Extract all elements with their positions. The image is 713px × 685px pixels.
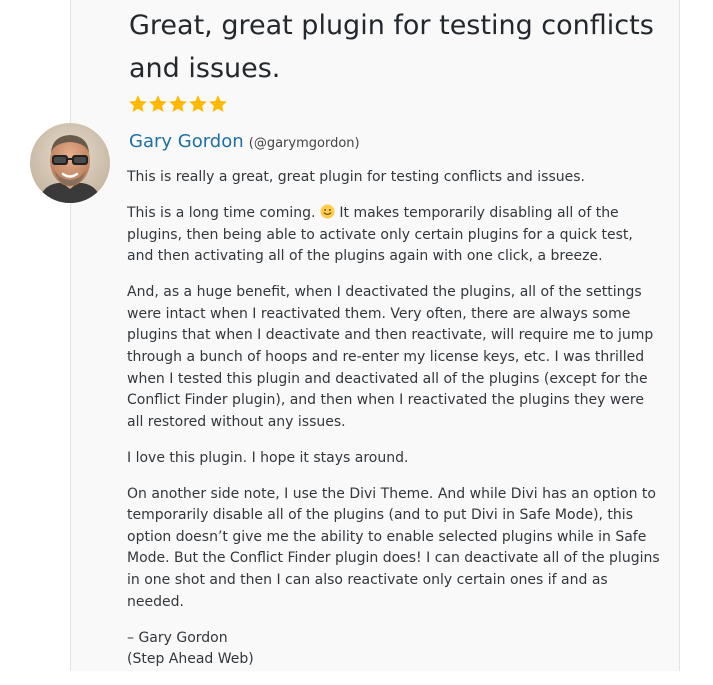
review-title: Great, great plugin for testing conflict… <box>129 10 654 84</box>
smile-emoji-icon <box>320 204 335 219</box>
review-paragraph: And, as a huge benefit, when I deactivat… <box>127 284 654 430</box>
star-icon <box>149 95 167 112</box>
reviewer-name-link[interactable]: Gary Gordon <box>129 131 244 152</box>
review-text: This is a long time coming. <box>127 204 320 221</box>
star-icon <box>169 95 187 112</box>
star-icon <box>209 95 227 112</box>
reviewer: Gary Gordon (@garymgordon) <box>129 131 360 152</box>
review-paragraph: I love this plugin. I hope it stays arou… <box>127 449 409 466</box>
review-paragraph: On another side note, I use the Divi The… <box>127 485 660 610</box>
star-icon <box>189 95 207 112</box>
review-body: This is really a great, great plugin for… <box>127 167 663 685</box>
review-signature: – Gary Gordon (Step Ahead Web) <box>127 628 663 671</box>
reviewer-avatar-photo <box>30 123 110 203</box>
star-icon <box>129 95 147 112</box>
review-paragraph: This is a long time coming. It makes tem… <box>127 203 663 268</box>
star-rating <box>128 94 228 114</box>
signature-company: (Step Ahead Web) <box>127 651 254 668</box>
review-paragraph: This is really a great, great plugin for… <box>127 169 585 185</box>
reviewer-handle: (@garymgordon) <box>248 136 360 151</box>
reviewer-avatar[interactable] <box>30 123 110 203</box>
signature-name: – Gary Gordon <box>127 629 228 646</box>
